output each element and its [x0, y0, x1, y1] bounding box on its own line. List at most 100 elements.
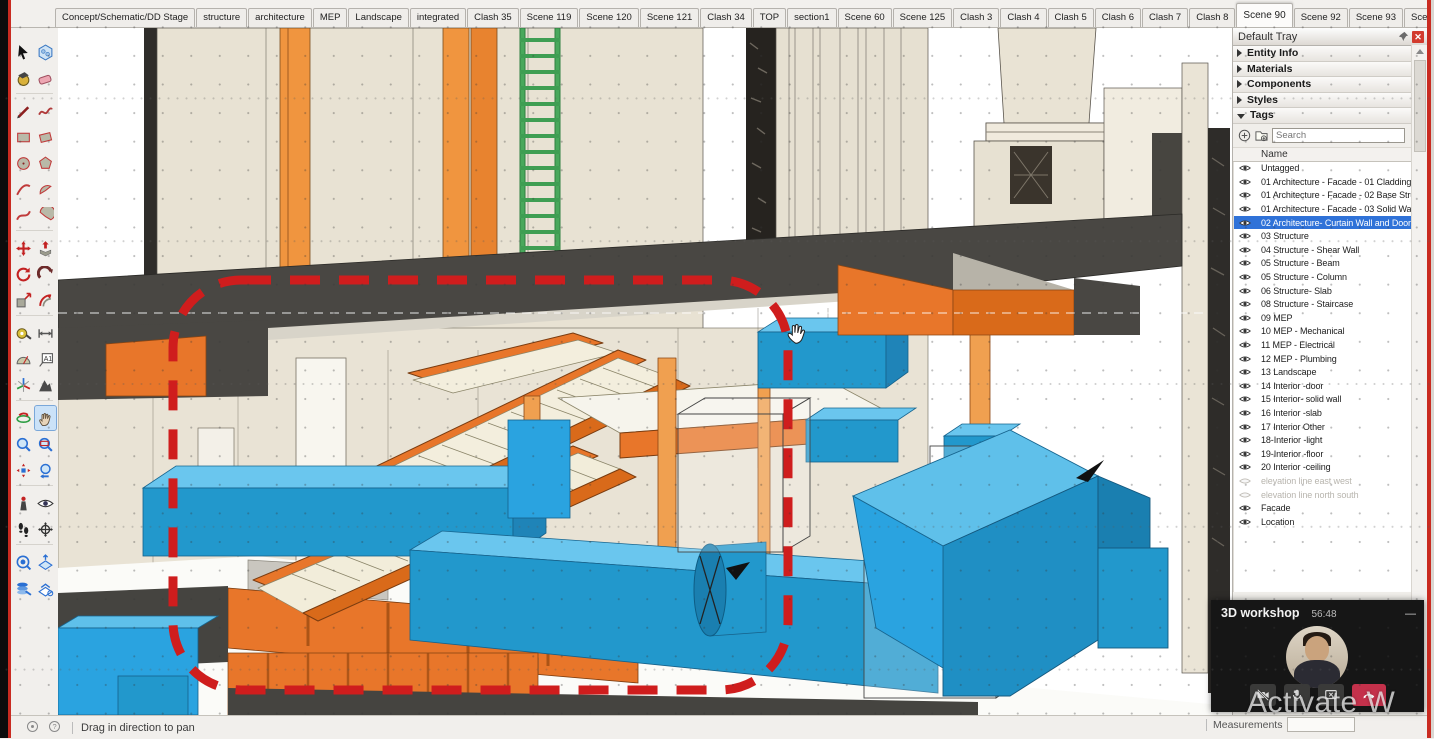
zoom-window-tool-icon[interactable] — [35, 432, 56, 456]
viewport-3d[interactable] — [58, 28, 1232, 715]
tag-row[interactable]: 14 Interior -door — [1234, 379, 1427, 393]
scale-tool-icon[interactable] — [13, 288, 34, 312]
tag-row[interactable]: 13 Landscape — [1234, 365, 1427, 379]
protractor-tool-icon[interactable] — [13, 347, 34, 371]
line-tool-icon[interactable] — [13, 99, 34, 123]
scene-tab[interactable]: structure — [196, 8, 247, 27]
polygon-tool-icon[interactable] — [35, 151, 56, 175]
scene-tab[interactable]: TOP — [753, 8, 786, 27]
visibility-eye-icon[interactable] — [1239, 205, 1261, 213]
tray-scrollbar[interactable] — [1411, 45, 1428, 600]
two-point-arc-tool-icon[interactable] — [35, 177, 56, 201]
visibility-eye-icon[interactable] — [1239, 518, 1261, 526]
tag-row[interactable]: elevation line north south — [1234, 488, 1427, 502]
move-tool-icon[interactable] — [13, 236, 34, 260]
tag-row[interactable]: 11 MEP - Electrical — [1234, 338, 1427, 352]
visibility-eye-icon[interactable] — [1239, 436, 1261, 444]
visibility-eye-icon[interactable] — [1239, 246, 1261, 254]
zoom-extents-tool-icon[interactable] — [13, 458, 34, 482]
scrollbar-thumb[interactable] — [1414, 60, 1426, 152]
scene-tab[interactable]: architecture — [248, 8, 312, 27]
visibility-eye-icon[interactable] — [1239, 382, 1261, 390]
orbit-tool-icon[interactable] — [13, 406, 34, 430]
scene-tab[interactable]: Landscape — [348, 8, 408, 27]
scene-tab[interactable]: Scene 121 — [640, 8, 699, 27]
visibility-eye-icon[interactable] — [1239, 463, 1261, 471]
tag-row[interactable]: 19-Interior -floor — [1234, 447, 1427, 461]
scene-tab[interactable]: Scene 120 — [579, 8, 638, 27]
make-component-tool-icon[interactable] — [35, 40, 56, 64]
scroll-up-icon[interactable] — [1416, 49, 1424, 54]
scene-tab[interactable]: Clash 3 — [953, 8, 999, 27]
tag-row[interactable]: 05 Structure - Column — [1234, 270, 1427, 284]
visibility-eye-icon[interactable] — [1239, 504, 1261, 512]
zoom-previous-tool-icon[interactable] — [35, 458, 56, 482]
scene-tab[interactable]: MEP — [313, 8, 348, 27]
select-tool-icon[interactable] — [13, 40, 34, 64]
scene-tab[interactable]: Concept/Schematic/DD Stage — [55, 8, 195, 27]
tag-row[interactable]: 06 Structure- Slab — [1234, 284, 1427, 298]
rotated-rectangle-tool-icon[interactable] — [35, 125, 56, 149]
scene-tab[interactable]: Scene 92 — [1294, 8, 1348, 27]
tag-row[interactable]: 20 Interior -ceiling — [1234, 461, 1427, 475]
scene-tab[interactable]: Scene 93 — [1349, 8, 1403, 27]
pin-icon[interactable] — [1398, 31, 1409, 42]
visibility-eye-icon[interactable] — [1239, 368, 1261, 376]
tag-row[interactable]: 05 Structure - Beam — [1234, 257, 1427, 271]
visibility-eye-icon[interactable] — [1239, 232, 1261, 240]
scene-tab[interactable]: integrated — [410, 8, 466, 27]
visibility-eye-icon[interactable] — [1239, 287, 1261, 295]
scene-tab[interactable]: Scene 60 — [838, 8, 892, 27]
scene-tab[interactable]: Clash 5 — [1048, 8, 1094, 27]
scene-tab[interactable]: Scene 90 — [1236, 3, 1292, 27]
scene-tab[interactable]: Clash 34 — [700, 8, 752, 27]
solid-tools-tool-icon[interactable] — [35, 373, 56, 397]
visibility-eye-icon[interactable] — [1239, 409, 1261, 417]
tray-section-tags[interactable]: Tags✕ — [1233, 108, 1427, 124]
visibility-eye-icon[interactable] — [1239, 450, 1261, 458]
help-icon[interactable]: ? — [48, 720, 70, 736]
eraser-tool-icon[interactable] — [35, 66, 56, 90]
visibility-eye-icon[interactable] — [1239, 164, 1261, 172]
tag-row[interactable]: 03 Structure — [1234, 229, 1427, 243]
tray-section-entity-info[interactable]: Entity Info✕ — [1233, 46, 1427, 62]
scene-tab[interactable]: Clash 4 — [1000, 8, 1046, 27]
tag-row[interactable]: 15 Interior- solid wall — [1234, 393, 1427, 407]
section-fill-tool-icon[interactable] — [13, 576, 34, 600]
scene-tab[interactable]: Scene 125 — [893, 8, 952, 27]
tag-row[interactable]: elevation line east west — [1234, 474, 1427, 488]
three-point-arc-tool-icon[interactable] — [13, 203, 34, 227]
scene-tab[interactable]: Clash 8 — [1189, 8, 1235, 27]
tray-close-icon[interactable]: ✕ — [1412, 31, 1424, 43]
tag-row[interactable]: 10 MEP - Mechanical — [1234, 325, 1427, 339]
tag-row[interactable]: 18-Interior -light — [1234, 433, 1427, 447]
pie-tool-icon[interactable] — [35, 203, 56, 227]
target-tool-icon[interactable] — [35, 517, 56, 541]
geolocation-icon[interactable] — [26, 720, 48, 736]
visibility-eye-icon[interactable] — [1239, 341, 1261, 349]
offset-tool-icon[interactable] — [35, 288, 56, 312]
add-tag-icon[interactable] — [1238, 129, 1251, 142]
visibility-eye-icon[interactable] — [1239, 423, 1261, 431]
tray-section-materials[interactable]: Materials✕ — [1233, 62, 1427, 78]
text-tool-icon[interactable]: A1 — [35, 347, 56, 371]
tag-row[interactable]: 12 MEP - Plumbing — [1234, 352, 1427, 366]
tag-row[interactable]: Untagged — [1234, 162, 1427, 176]
section-display-tool-icon[interactable] — [35, 550, 56, 574]
axes-tool-icon[interactable] — [13, 373, 34, 397]
visibility-eye-off-icon[interactable] — [1239, 477, 1261, 485]
tag-row[interactable]: 04 Structure - Shear Wall — [1234, 243, 1427, 257]
pan-tool-icon[interactable] — [35, 406, 56, 430]
freehand-tool-icon[interactable] — [35, 99, 56, 123]
zoom-tool-icon[interactable] — [13, 432, 34, 456]
visibility-eye-icon[interactable] — [1239, 259, 1261, 267]
scene-tab[interactable]: Clash 6 — [1095, 8, 1141, 27]
tray-section-components[interactable]: Components✕ — [1233, 77, 1427, 93]
visibility-eye-icon[interactable] — [1239, 327, 1261, 335]
tape-measure-tool-icon[interactable] — [13, 321, 34, 345]
paint-bucket-tool-icon[interactable] — [13, 66, 34, 90]
section-outer-tool-icon[interactable] — [35, 576, 56, 600]
scene-tab[interactable]: section1 — [787, 8, 836, 27]
visibility-eye-icon[interactable] — [1239, 191, 1261, 199]
arc-tool-icon[interactable] — [13, 177, 34, 201]
